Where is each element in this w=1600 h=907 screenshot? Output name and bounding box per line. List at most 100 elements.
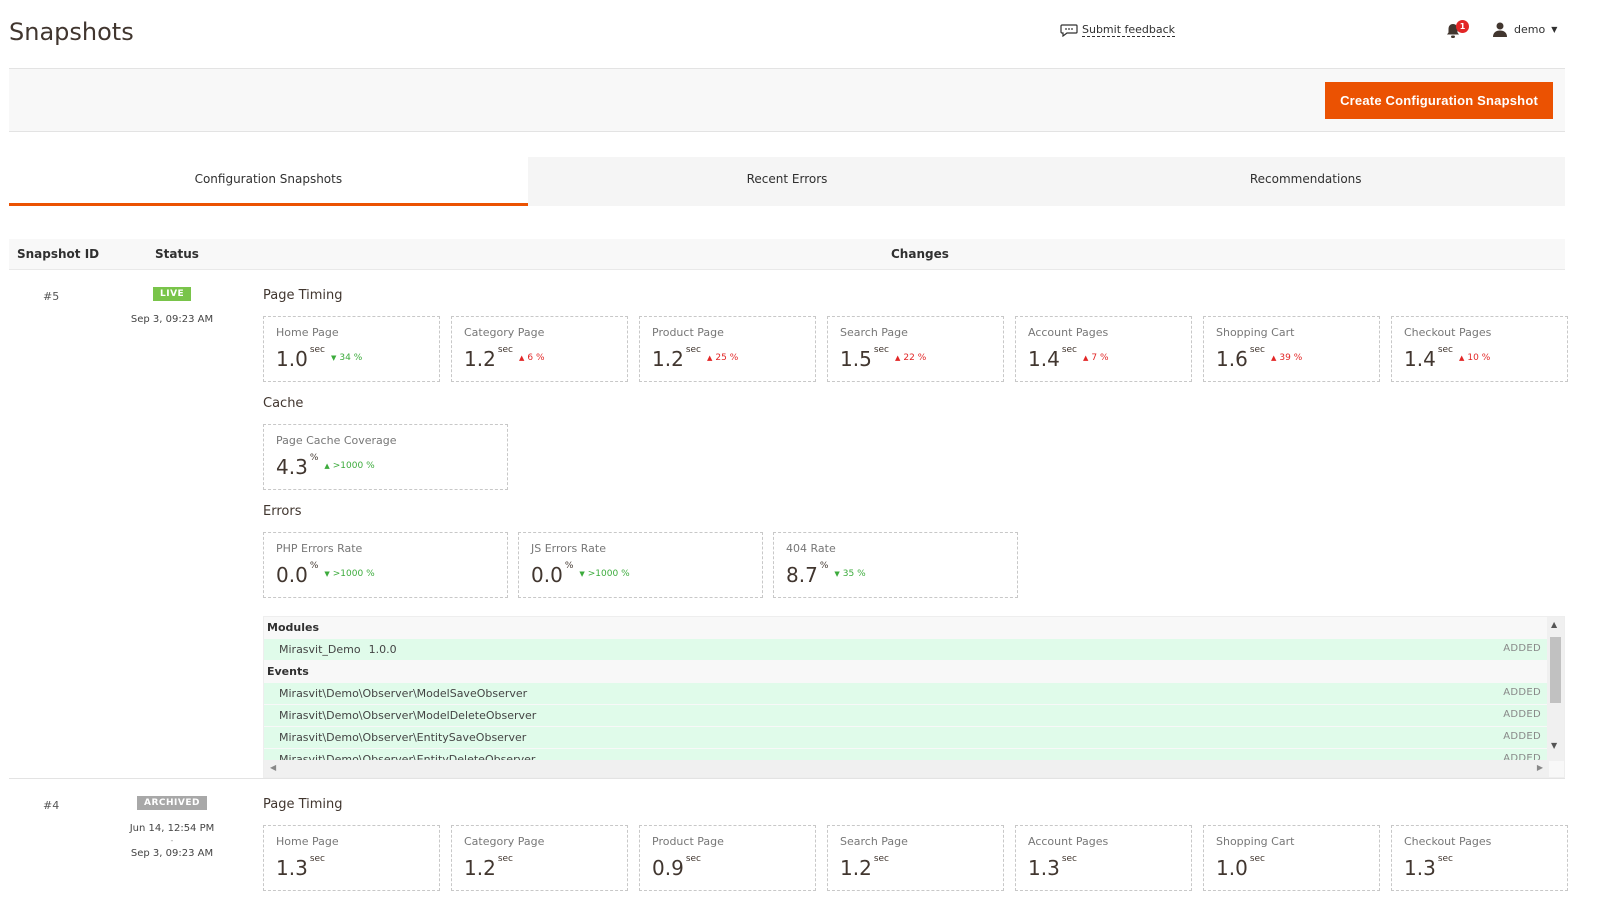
metric-value: 1.3 — [1404, 856, 1436, 880]
metric-label: Search Page — [840, 326, 908, 339]
metric-value-wrap: 1.2 sec — [840, 854, 889, 880]
scroll-up-icon[interactable]: ▲ — [1551, 620, 1557, 629]
arrow-down-icon: ▼ — [331, 353, 337, 362]
scroll-down-icon[interactable]: ▼ — [1551, 741, 1557, 750]
tab-recommendations[interactable]: Recommendations — [1046, 157, 1566, 206]
user-icon — [1493, 22, 1507, 37]
chevron-down-icon: ▼ — [1551, 24, 1558, 34]
tab-configuration-snapshots[interactable]: Configuration Snapshots — [9, 157, 528, 206]
column-header-status: Status — [155, 247, 199, 261]
metric-unit: % — [309, 561, 319, 571]
metric-card-js-errors-rate: JS Errors Rate 0.0 % ▼ >1000 % — [518, 532, 763, 598]
page-title: Snapshots — [9, 18, 134, 46]
metric-value-wrap: 1.4 sec ▲ 7 % — [1028, 345, 1109, 371]
metric-unit: sec — [1249, 854, 1265, 864]
create-configuration-snapshot-button[interactable]: Create Configuration Snapshot — [1325, 82, 1553, 119]
arrow-down-icon: ▼ — [324, 569, 330, 578]
changes-group-events: Events — [267, 665, 309, 678]
metric-value: 1.0 — [1216, 856, 1248, 880]
metric-delta: ▲ >1000 % — [324, 461, 374, 471]
metric-label: Checkout Pages — [1404, 835, 1492, 848]
changes-list[interactable]: Modules Mirasvit_Demo 1.0.0 ADDED Events … — [263, 616, 1565, 778]
notifications-button[interactable]: 1 — [1446, 20, 1469, 40]
metric-delta: ▲ 10 % — [1459, 353, 1490, 363]
metric-value-wrap: 1.3 sec — [276, 854, 325, 880]
column-header-snapshot-id: Snapshot ID — [17, 247, 100, 261]
page-actions-bar: Create Configuration Snapshot — [9, 68, 1565, 132]
change-action: ADDED — [1503, 731, 1541, 742]
metric-value: 1.2 — [840, 856, 872, 880]
metric-value-wrap: 1.2 sec — [464, 854, 513, 880]
scroll-right-icon[interactable]: ▶ — [1537, 763, 1543, 772]
metric-delta: ▼ >1000 % — [579, 569, 629, 579]
metric-unit: % — [564, 561, 574, 571]
metric-label: Search Page — [840, 835, 908, 848]
metric-value: 1.6 — [1216, 347, 1248, 371]
metric-delta-value: 34 % — [339, 352, 363, 363]
metric-label: Page Cache Coverage — [276, 434, 397, 447]
user-menu[interactable]: demo ▼ — [1492, 21, 1557, 37]
snapshot-id: #5 — [43, 290, 60, 303]
speech-bubble-icon — [1060, 24, 1078, 37]
metric-value-wrap: 1.0 sec ▼ 34 % — [276, 345, 363, 371]
metric-value-wrap: 1.5 sec ▲ 22 % — [840, 345, 926, 371]
section-title-errors: Errors — [263, 504, 302, 519]
vertical-scrollbar[interactable]: ▲ ▼ — [1547, 617, 1564, 761]
arrow-down-icon: ▼ — [834, 569, 840, 578]
metric-value: 1.4 — [1404, 347, 1436, 371]
metric-delta-value: 35 % — [842, 568, 866, 579]
arrow-up-icon: ▲ — [1083, 353, 1089, 362]
metric-card-home-page: Home Page 1.3 sec — [263, 825, 440, 891]
metric-unit: sec — [1061, 345, 1077, 355]
metric-value: 8.7 — [786, 563, 818, 587]
list-item: Mirasvit\Demo\Observer\ModelDeleteObserv… — [264, 705, 1547, 726]
metric-unit: % — [309, 453, 319, 463]
metric-label: Account Pages — [1028, 326, 1109, 339]
metric-value: 0.9 — [652, 856, 684, 880]
snapshot-date-separator: - — [170, 836, 174, 845]
snapshot-date: Sep 3, 09:23 AM — [130, 314, 214, 325]
metric-value-wrap: 1.0 sec — [1216, 854, 1265, 880]
metric-delta: ▲ 39 % — [1271, 353, 1302, 363]
metric-unit: sec — [685, 345, 701, 355]
event-name: Mirasvit\Demo\Observer\ModelDeleteObserv… — [279, 709, 537, 722]
status-badge: LIVE — [153, 287, 192, 301]
submit-feedback-label: Submit feedback — [1082, 23, 1176, 37]
section-title-cache: Cache — [263, 396, 304, 411]
list-item: Mirasvit\Demo\Observer\ModelSaveObserver… — [264, 683, 1547, 704]
arrow-up-icon: ▲ — [519, 353, 525, 362]
metric-delta-value: >1000 % — [332, 568, 375, 579]
arrow-up-icon: ▲ — [895, 353, 901, 362]
tabs: Configuration Snapshots Recent Errors Re… — [9, 157, 1566, 206]
metric-unit: sec — [309, 854, 325, 864]
submit-feedback-link[interactable]: Submit feedback — [1060, 23, 1176, 37]
metric-unit: sec — [873, 854, 889, 864]
metric-delta-value: 39 % — [1279, 352, 1303, 363]
metric-value: 1.0 — [276, 347, 308, 371]
list-item: Mirasvit\Demo\Observer\EntitySaveObserve… — [264, 727, 1547, 748]
metric-delta: ▲ 25 % — [707, 353, 738, 363]
scroll-left-icon[interactable]: ◀ — [270, 763, 276, 772]
snapshot-id: #4 — [43, 799, 60, 812]
metric-delta: ▼ >1000 % — [324, 569, 374, 579]
metric-card-404-rate: 404 Rate 8.7 % ▼ 35 % — [773, 532, 1018, 598]
metric-delta-value: 7 % — [1091, 352, 1109, 363]
tab-recent-errors[interactable]: Recent Errors — [527, 157, 1047, 206]
metric-card-home-page: Home Page 1.0 sec ▼ 34 % — [263, 316, 440, 382]
metric-card-checkout-pages: Checkout Pages 1.3 sec — [1391, 825, 1568, 891]
status-badge: ARCHIVED — [137, 796, 207, 810]
metric-value: 1.3 — [1028, 856, 1060, 880]
horizontal-scrollbar[interactable]: ◀ ▶ — [264, 760, 1549, 777]
metric-label: 404 Rate — [786, 542, 836, 555]
row-divider — [9, 778, 1565, 779]
scrollbar-thumb[interactable] — [1550, 637, 1561, 703]
metric-label: PHP Errors Rate — [276, 542, 363, 555]
metric-delta: ▲ 22 % — [895, 353, 926, 363]
arrow-up-icon: ▲ — [1271, 353, 1277, 362]
metric-card-category-page: Category Page 1.2 sec — [451, 825, 628, 891]
metric-delta-value: 22 % — [903, 352, 927, 363]
table-header: Snapshot ID Status Changes — [9, 239, 1565, 270]
metric-value: 0.0 — [531, 563, 563, 587]
metric-unit: sec — [685, 854, 701, 864]
metric-delta-value: >1000 % — [332, 460, 375, 471]
